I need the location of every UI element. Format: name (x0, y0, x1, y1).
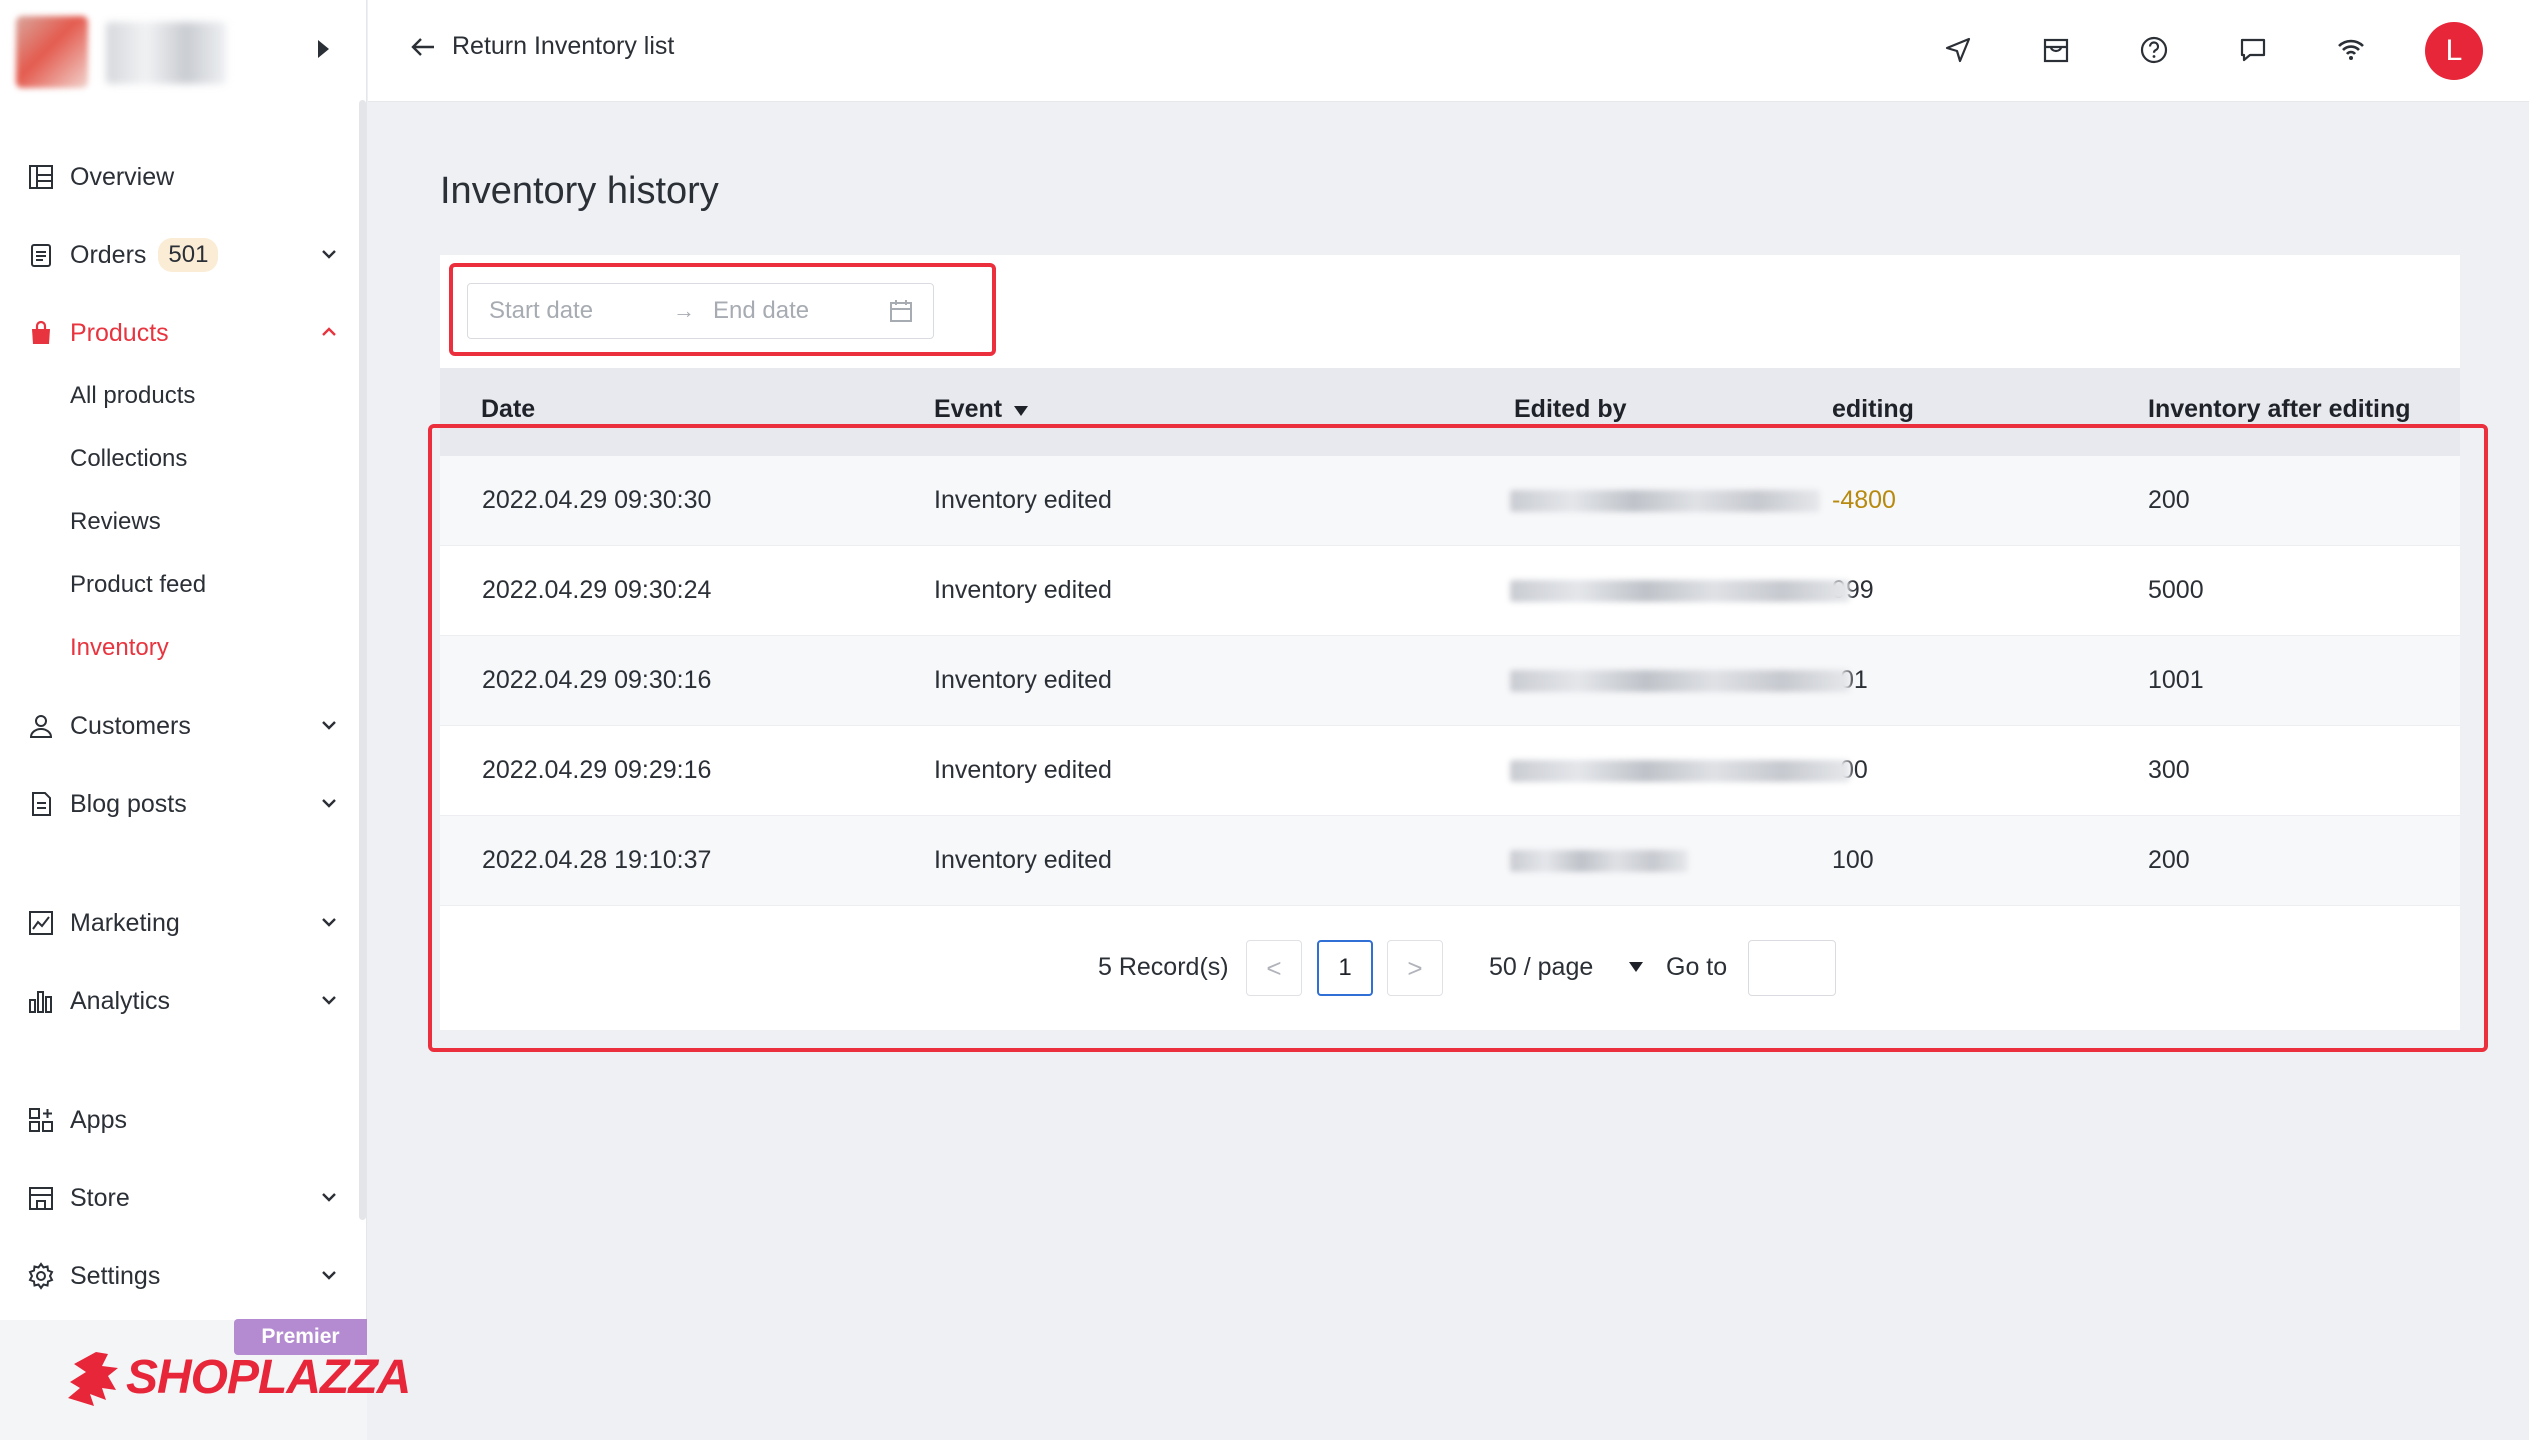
sidebar-item-label: Apps (70, 1105, 127, 1134)
clipboard-icon (26, 240, 56, 270)
chevron-down-icon[interactable] (320, 913, 338, 931)
bag-icon (26, 318, 56, 348)
sidebar-item-orders[interactable]: Orders 501 (26, 231, 346, 279)
user-avatar[interactable]: L (2425, 22, 2483, 80)
sidebar-item-store[interactable]: Store (26, 1174, 346, 1222)
sidebar-item-blog-posts[interactable]: Blog posts (26, 780, 346, 828)
marketing-icon (26, 908, 56, 938)
chevron-down-icon[interactable] (320, 794, 338, 812)
sidebar-item-customers[interactable]: Customers (26, 702, 346, 750)
page-title: Inventory history (440, 170, 719, 212)
wifi-icon[interactable] (2333, 32, 2369, 68)
sidebar-subitem-collections[interactable]: Collections (70, 439, 187, 479)
store-brand[interactable] (16, 16, 246, 92)
sidebar-subitem-all-products[interactable]: All products (70, 376, 195, 416)
sidebar-item-label: Customers (70, 711, 191, 740)
column-date[interactable]: Date (481, 395, 535, 424)
gear-icon (26, 1261, 56, 1291)
sidebar-item-overview[interactable]: Overview (26, 153, 346, 201)
shoplazza-wordmark: SHOPLAZZA (126, 1351, 411, 1404)
sidebar-item-analytics[interactable]: Analytics (26, 977, 346, 1025)
orders-count-badge: 501 (158, 238, 219, 272)
user-icon (26, 711, 56, 741)
sidebar-item-label: Store (70, 1183, 130, 1212)
caret-right-icon[interactable] (318, 40, 329, 58)
sidebar-item-label: Settings (70, 1261, 161, 1290)
return-inventory-label: Return Inventory list (452, 32, 675, 60)
sidebar-subitem-inventory[interactable]: Inventory (70, 628, 169, 668)
sidebar-item-label: Blog posts (70, 789, 187, 818)
column-editing: editing (1832, 395, 1914, 423)
sidebar-item-label: Marketing (70, 908, 180, 937)
chevron-down-icon[interactable] (320, 991, 338, 1009)
chevron-down-icon[interactable] (320, 1266, 338, 1284)
store-icon (26, 1183, 56, 1213)
apps-icon (26, 1105, 56, 1135)
sidebar-item-settings[interactable]: Settings (26, 1252, 346, 1300)
store-front-icon[interactable] (2038, 32, 2074, 68)
table-highlight (428, 424, 2488, 1052)
store-name-blurred (106, 22, 226, 84)
chat-icon[interactable] (2235, 32, 2271, 68)
send-icon[interactable] (1940, 32, 1976, 68)
sidebar-item-apps[interactable]: Apps (26, 1096, 346, 1144)
chevron-down-icon[interactable] (320, 1188, 338, 1206)
document-icon (26, 789, 56, 819)
filter-caret-icon[interactable] (1012, 404, 1030, 418)
sidebar: Overview Orders 501 Products All product… (0, 0, 411, 1440)
sidebar-subitem-reviews[interactable]: Reviews (70, 502, 161, 542)
chevron-down-icon[interactable] (320, 245, 338, 263)
help-icon[interactable] (2136, 32, 2172, 68)
column-edited-by: Edited by (1514, 395, 1627, 423)
layout-icon (26, 162, 56, 192)
store-logo-blurred (16, 16, 88, 88)
sidebar-item-label: Overview (70, 162, 175, 191)
column-inventory-after: Inventory after editing (2148, 395, 2411, 423)
column-event[interactable]: Event (934, 395, 1002, 424)
sidebar-item-label: Analytics (70, 986, 171, 1015)
return-inventory-link[interactable]: Return Inventory list (410, 32, 674, 61)
arrow-left-icon (411, 37, 434, 56)
sidebar-item-products[interactable]: Products (26, 309, 346, 357)
sidebar-item-marketing[interactable]: Marketing (26, 899, 346, 947)
top-header: Return Inventory list (368, 0, 2529, 102)
sidebar-item-label: Orders (70, 240, 147, 269)
sidebar-item-label: Products (70, 318, 169, 347)
bar-chart-icon (26, 986, 56, 1016)
date-filter-highlight (449, 263, 996, 356)
sidebar-subitem-product-feed[interactable]: Product feed (70, 565, 206, 605)
shoplazza-logo-icon (68, 1352, 118, 1406)
chevron-up-icon[interactable] (320, 323, 338, 341)
chevron-down-icon[interactable] (320, 716, 338, 734)
sidebar-scrollbar[interactable] (359, 100, 366, 1220)
